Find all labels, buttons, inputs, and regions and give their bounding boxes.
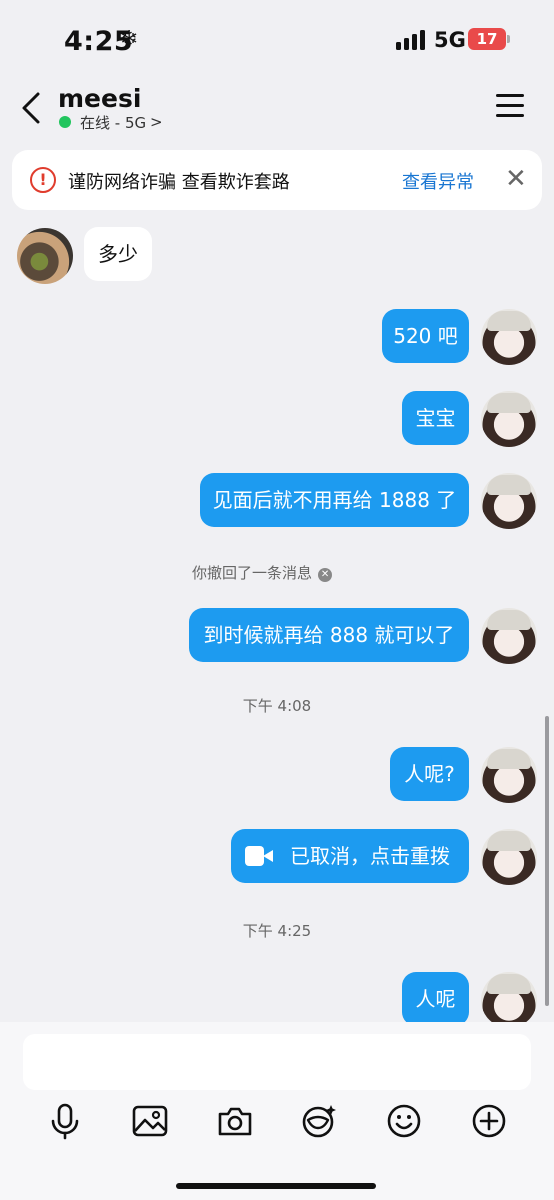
network-label: 5G	[434, 28, 466, 52]
self-avatar[interactable]	[481, 309, 537, 365]
input-bar	[0, 1022, 554, 1200]
video-camera-icon	[245, 846, 273, 866]
close-circle-icon[interactable]: ✕	[318, 568, 333, 582]
chat-header: meesi 在线 - 5G >	[0, 80, 554, 136]
contact-name[interactable]: meesi	[58, 84, 141, 113]
close-icon[interactable]: ✕	[505, 164, 527, 194]
snowflake-icon: ❄	[120, 27, 139, 52]
recalled-text: 你撤回了一条消息	[192, 564, 313, 582]
message-out[interactable]: 人呢	[402, 972, 469, 1026]
self-avatar[interactable]	[481, 829, 537, 885]
image-icon[interactable]	[131, 1102, 169, 1140]
timestamp: 下午 4:08	[242, 697, 312, 715]
battery-icon: 17	[468, 28, 510, 50]
chevron-right-icon: >	[150, 113, 163, 131]
message-out[interactable]: 520 吧	[382, 309, 469, 363]
self-avatar[interactable]	[481, 972, 537, 1028]
banner-text: 谨防网络诈骗 查看欺诈套路	[68, 172, 290, 193]
self-avatar[interactable]	[481, 391, 537, 447]
sticker-icon[interactable]	[300, 1102, 338, 1140]
menu-icon[interactable]	[496, 94, 524, 118]
view-anomaly-link[interactable]: 查看异常	[402, 168, 474, 194]
timestamp: 下午 4:25	[242, 922, 312, 940]
status-bar: 4:25 ❄ 5G 17	[0, 0, 554, 80]
online-status[interactable]: 在线 - 5G	[80, 112, 146, 133]
video-call-message[interactable]: 已取消，点击重拨	[231, 829, 469, 883]
message-out[interactable]: 见面后就不用再给 1888 了	[200, 473, 469, 527]
signal-icon	[396, 30, 426, 50]
self-avatar[interactable]	[481, 608, 537, 664]
fraud-warning-banner: ! 谨防网络诈骗 查看欺诈套路 查看异常 ✕	[12, 150, 542, 210]
self-avatar[interactable]	[481, 747, 537, 803]
video-call-text: 已取消，点击重拨	[290, 844, 450, 868]
home-indicator[interactable]	[176, 1183, 376, 1189]
warning-icon: !	[30, 167, 56, 193]
online-indicator	[59, 116, 71, 128]
emoji-icon[interactable]	[385, 1102, 423, 1140]
camera-icon[interactable]	[216, 1102, 254, 1140]
message-input[interactable]	[23, 1034, 531, 1090]
back-arrow-icon[interactable]	[18, 88, 44, 128]
message-out[interactable]: 人呢?	[390, 747, 469, 801]
contact-avatar[interactable]	[17, 228, 73, 284]
plus-icon[interactable]	[470, 1102, 508, 1140]
scrollbar[interactable]	[545, 716, 549, 1006]
message-out[interactable]: 宝宝	[402, 391, 469, 445]
self-avatar[interactable]	[481, 473, 537, 529]
microphone-icon[interactable]	[46, 1102, 84, 1140]
recalled-notice: 你撤回了一条消息 ✕	[192, 562, 333, 583]
message-in[interactable]: 多少	[84, 227, 152, 281]
message-out[interactable]: 到时候就再给 888 就可以了	[189, 608, 469, 662]
